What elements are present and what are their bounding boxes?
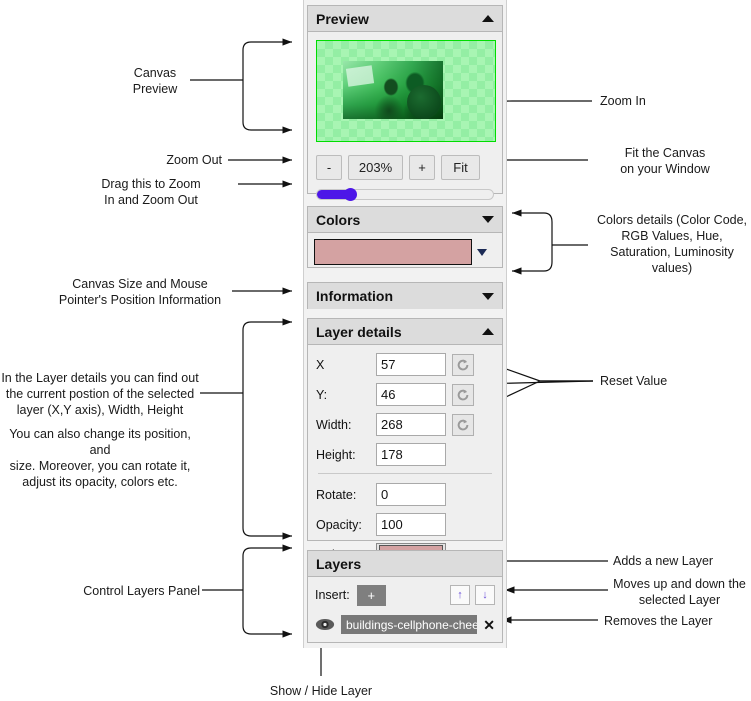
layer-list-item: buildings-cellphone-cheerful ✕ <box>315 615 495 634</box>
preview-panel-body <box>308 32 502 148</box>
colors-panel-header[interactable]: Colors <box>308 207 502 233</box>
layers-toolbar: Insert: + ↑ ↓ <box>315 583 495 607</box>
height-label: Height: <box>316 447 356 462</box>
annotation-colors-details: Colors details (Color Code, RGB Values, … <box>596 213 748 275</box>
annotation-adds-layer: Adds a new Layer <box>613 554 714 568</box>
zoom-in-button[interactable]: + <box>409 155 435 180</box>
layers-panel-header[interactable]: Layers <box>308 551 502 577</box>
layer-details-divider <box>318 473 492 474</box>
field-row-width: Width: 268 <box>316 413 494 436</box>
zoom-slider[interactable] <box>316 188 494 201</box>
annotation-removes-layer: Removes the Layer <box>604 614 713 628</box>
layer-details-panel-title: Layer details <box>316 323 402 340</box>
y-input[interactable]: 46 <box>376 383 446 406</box>
triangle-up-icon[interactable] <box>482 328 494 335</box>
annotation-moves-layer: Moves up and down the selected Layer <box>613 577 746 607</box>
refresh-icon <box>457 388 469 400</box>
zoom-level-display[interactable]: 203% <box>348 155 403 180</box>
remove-layer-button[interactable]: ✕ <box>483 618 495 632</box>
field-row-rotate: Rotate: 0 <box>316 483 494 506</box>
field-row-opacity: Opacity: 100 <box>316 513 494 536</box>
width-input[interactable]: 268 <box>376 413 446 436</box>
canvas-preview-thumbnail[interactable] <box>316 40 496 142</box>
annotation-control-layers: Control Layers Panel <box>83 584 200 598</box>
information-panel: Information <box>307 282 503 309</box>
rotate-label: Rotate: <box>316 487 357 502</box>
annotation-layer-details-info: In the Layer details you can find out th… <box>1 371 199 417</box>
annotation-drag-zoom: Drag this to Zoom In and Zoom Out <box>101 177 201 207</box>
move-layer-up-button[interactable]: ↑ <box>450 585 470 605</box>
preview-panel-header[interactable]: Preview <box>308 6 502 32</box>
height-input[interactable]: 178 <box>376 443 446 466</box>
layer-details-panel-header[interactable]: Layer details <box>308 319 502 345</box>
layers-move-group: ↑ ↓ <box>450 585 495 605</box>
annotation-fit-canvas: Fit the Canvas on your Window <box>620 146 710 176</box>
triangle-down-icon[interactable] <box>482 292 494 300</box>
triangle-up-icon[interactable] <box>482 15 494 22</box>
reset-y-button[interactable] <box>452 383 474 406</box>
preview-photo-layer <box>343 61 443 119</box>
information-panel-header[interactable]: Information <box>308 283 502 309</box>
layers-panel: Layers Insert: + ↑ ↓ buildings-cellphone… <box>307 550 503 643</box>
x-input[interactable]: 57 <box>376 353 446 376</box>
reset-x-button[interactable] <box>452 353 474 376</box>
preview-panel-title: Preview <box>316 10 369 27</box>
zoom-controls-row: - 203% + Fit <box>308 155 502 180</box>
annotation-reset-value: Reset Value <box>600 374 668 388</box>
field-row-y: Y: 46 <box>316 383 494 406</box>
annotation-canvas-size-info: Canvas Size and Mouse Pointer's Position… <box>58 277 222 307</box>
y-label: Y: <box>316 387 328 402</box>
field-row-height: Height: 178 <box>316 443 494 466</box>
information-panel-title: Information <box>316 288 393 304</box>
eye-icon[interactable] <box>315 618 335 631</box>
add-layer-button[interactable]: + <box>356 584 386 606</box>
opacity-input[interactable]: 100 <box>376 513 446 536</box>
move-layer-down-button[interactable]: ↓ <box>475 585 495 605</box>
annotation-canvas-preview: Canvas Preview <box>132 66 178 96</box>
preview-panel: Preview - 203% + Fit <box>307 5 503 201</box>
layer-details-panel-body: X 57 Y: 46 Width: 268 Height: 178 Rotate… <box>308 345 502 579</box>
width-label: Width: <box>316 417 352 432</box>
colors-panel: Colors <box>307 206 503 268</box>
rotate-input[interactable]: 0 <box>376 483 446 506</box>
annotation-layer-details-info2: You can also change its position, and si… <box>9 427 191 489</box>
zoom-fit-button[interactable]: Fit <box>441 155 480 180</box>
color-swatch[interactable] <box>314 239 472 265</box>
layers-panel-title: Layers <box>316 555 362 572</box>
chevron-down-icon[interactable] <box>477 248 487 256</box>
layer-name-label[interactable]: buildings-cellphone-cheerful <box>341 615 478 634</box>
right-sidebar-panel-column: Preview - 203% + Fit Colors Information … <box>303 0 507 648</box>
triangle-down-icon[interactable] <box>482 216 494 223</box>
refresh-icon <box>457 358 469 370</box>
annotation-zoom-in: Zoom In <box>600 94 646 108</box>
layer-details-panel: Layer details X 57 Y: 46 Width: 268 Heig… <box>307 318 503 566</box>
colors-panel-body <box>308 233 502 271</box>
colors-panel-title: Colors <box>316 211 361 228</box>
opacity-label: Opacity: <box>316 517 362 532</box>
reset-width-button[interactable] <box>452 413 474 436</box>
annotation-show-hide-layer: Show / Hide Layer <box>269 684 373 698</box>
zoom-out-button[interactable]: - <box>316 155 342 180</box>
annotation-zoom-out: Zoom Out <box>166 153 222 167</box>
field-row-x: X 57 <box>316 353 494 376</box>
insert-label: Insert: <box>315 588 350 602</box>
zoom-slider-thumb[interactable] <box>344 188 357 201</box>
refresh-icon <box>457 418 469 430</box>
layers-panel-body: Insert: + ↑ ↓ buildings-cellphone-cheerf… <box>308 577 502 640</box>
x-label: X <box>316 357 325 372</box>
